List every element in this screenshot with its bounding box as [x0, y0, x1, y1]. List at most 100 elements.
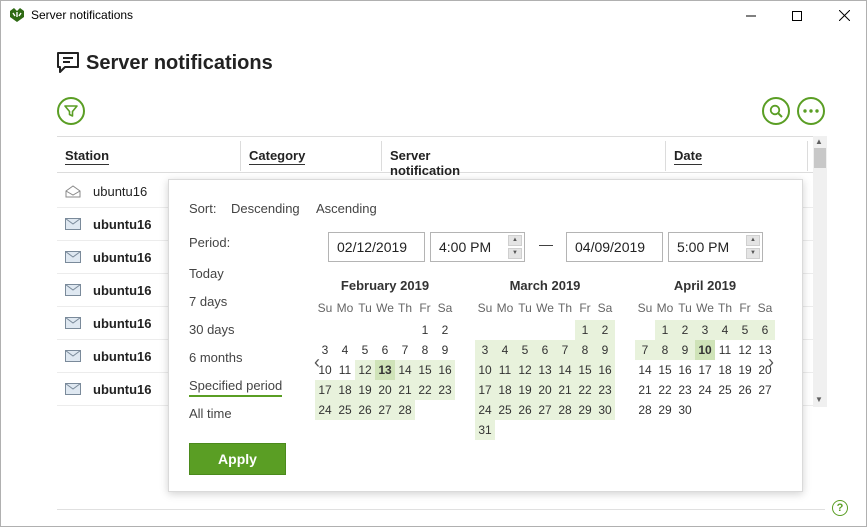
calendar-day[interactable]: 11 — [335, 360, 355, 380]
calendar-day[interactable]: 16 — [675, 360, 695, 380]
calendar-day[interactable]: 1 — [415, 320, 435, 340]
calendar-day[interactable]: 3 — [315, 340, 335, 360]
vertical-scrollbar[interactable] — [813, 136, 827, 407]
period-30-days[interactable]: 30 days — [189, 322, 235, 337]
period-today[interactable]: Today — [189, 266, 224, 281]
calendar-day[interactable]: 4 — [715, 320, 735, 340]
column-divider[interactable] — [665, 141, 666, 171]
calendar-day[interactable]: 21 — [635, 380, 655, 400]
from-date-input[interactable]: 02/12/2019 — [328, 232, 425, 262]
apply-button[interactable]: Apply — [189, 443, 286, 475]
calendar-day[interactable]: 8 — [575, 340, 595, 360]
calendar-day[interactable]: 18 — [335, 380, 355, 400]
calendar-day[interactable]: 26 — [735, 380, 755, 400]
calendar-day[interactable]: 14 — [555, 360, 575, 380]
calendar-day[interactable]: 23 — [435, 380, 455, 400]
calendar-day[interactable]: 7 — [395, 340, 415, 360]
minimize-button[interactable] — [728, 0, 774, 31]
calendar-day[interactable]: 30 — [595, 400, 615, 420]
calendar-day[interactable]: 23 — [595, 380, 615, 400]
spin-up-icon[interactable]: ▲ — [508, 235, 522, 246]
calendar-day[interactable]: 16 — [595, 360, 615, 380]
calendar-day[interactable]: 23 — [675, 380, 695, 400]
calendar-day[interactable]: 9 — [595, 340, 615, 360]
close-button[interactable] — [821, 0, 867, 31]
calendar-day[interactable]: 15 — [575, 360, 595, 380]
calendar-day[interactable]: 2 — [675, 320, 695, 340]
calendar-day[interactable]: 11 — [715, 340, 735, 360]
calendar-day[interactable]: 2 — [435, 320, 455, 340]
calendar-day[interactable]: 24 — [315, 400, 335, 420]
calendar-day[interactable]: 22 — [415, 380, 435, 400]
calendar-day[interactable]: 24 — [695, 380, 715, 400]
calendar-day[interactable]: 26 — [355, 400, 375, 420]
more-options-button[interactable] — [797, 97, 825, 125]
column-divider[interactable] — [240, 141, 241, 171]
calendar-day[interactable]: 28 — [635, 400, 655, 420]
period-specified[interactable]: Specified period — [189, 378, 283, 397]
calendar-day[interactable]: 10 — [695, 340, 715, 360]
calendar-day[interactable]: 4 — [495, 340, 515, 360]
sort-ascending-option[interactable]: Ascending — [316, 201, 377, 216]
calendar-day[interactable]: 14 — [395, 360, 415, 380]
calendar-day[interactable]: 21 — [395, 380, 415, 400]
calendar-day[interactable]: 3 — [695, 320, 715, 340]
column-divider[interactable] — [807, 141, 808, 171]
calendar-day[interactable]: 20 — [375, 380, 395, 400]
spin-down-icon[interactable]: ▼ — [746, 248, 760, 259]
from-time-spinner[interactable]: ▲ ▼ — [508, 235, 522, 259]
calendar-day[interactable]: 6 — [535, 340, 555, 360]
calendar-day[interactable]: 2 — [595, 320, 615, 340]
maximize-button[interactable] — [774, 0, 820, 31]
to-time-input[interactable]: 5:00 PM ▲ ▼ — [668, 232, 763, 262]
calendar-day[interactable]: 28 — [395, 400, 415, 420]
calendar-day[interactable]: 13 — [755, 340, 775, 360]
calendar-day[interactable]: 11 — [495, 360, 515, 380]
calendar-day[interactable]: 31 — [475, 420, 495, 440]
calendar-day[interactable]: 5 — [735, 320, 755, 340]
spin-up-icon[interactable]: ▲ — [746, 235, 760, 246]
calendar-day[interactable]: 1 — [575, 320, 595, 340]
calendar-day[interactable]: 15 — [655, 360, 675, 380]
calendar-day[interactable]: 26 — [515, 400, 535, 420]
calendar-day[interactable]: 13 — [535, 360, 555, 380]
calendar-day[interactable]: 12 — [515, 360, 535, 380]
calendar-day[interactable]: 22 — [655, 380, 675, 400]
filter-button[interactable] — [57, 97, 85, 125]
calendar-day[interactable]: 19 — [515, 380, 535, 400]
calendar-day[interactable]: 10 — [315, 360, 335, 380]
calendar-day[interactable]: 7 — [635, 340, 655, 360]
period-all-time[interactable]: All time — [189, 406, 232, 421]
calendar-day[interactable]: 15 — [415, 360, 435, 380]
search-button[interactable] — [762, 97, 790, 125]
calendar-day[interactable]: 16 — [435, 360, 455, 380]
calendar-day[interactable]: 28 — [555, 400, 575, 420]
calendar-day[interactable]: 3 — [475, 340, 495, 360]
calendar-day[interactable]: 18 — [495, 380, 515, 400]
calendar-day[interactable]: 8 — [655, 340, 675, 360]
calendar-day[interactable]: 27 — [535, 400, 555, 420]
scrollbar-thumb[interactable] — [814, 148, 826, 168]
calendar-day[interactable]: 22 — [575, 380, 595, 400]
calendar-day[interactable]: 4 — [335, 340, 355, 360]
calendar-day[interactable]: 25 — [495, 400, 515, 420]
calendar-day[interactable]: 8 — [415, 340, 435, 360]
calendar-day[interactable]: 24 — [475, 400, 495, 420]
calendar-day[interactable]: 27 — [375, 400, 395, 420]
calendar-day[interactable]: 19 — [735, 360, 755, 380]
calendar-day[interactable]: 29 — [655, 400, 675, 420]
calendar-day[interactable]: 9 — [435, 340, 455, 360]
calendar-day[interactable]: 10 — [475, 360, 495, 380]
calendar-day[interactable]: 19 — [355, 380, 375, 400]
calendar-day[interactable]: 12 — [735, 340, 755, 360]
period-7-days[interactable]: 7 days — [189, 294, 227, 309]
from-time-input[interactable]: 4:00 PM ▲ ▼ — [430, 232, 525, 262]
calendar-day[interactable]: 17 — [315, 380, 335, 400]
help-icon[interactable]: ? — [832, 500, 848, 516]
calendar-day[interactable]: 5 — [515, 340, 535, 360]
sort-descending-option[interactable]: Descending — [231, 201, 300, 216]
calendar-day[interactable]: 6 — [755, 320, 775, 340]
calendar-day[interactable]: 14 — [635, 360, 655, 380]
calendar-day[interactable]: 7 — [555, 340, 575, 360]
scroll-down-arrow[interactable]: ▼ — [815, 395, 823, 404]
